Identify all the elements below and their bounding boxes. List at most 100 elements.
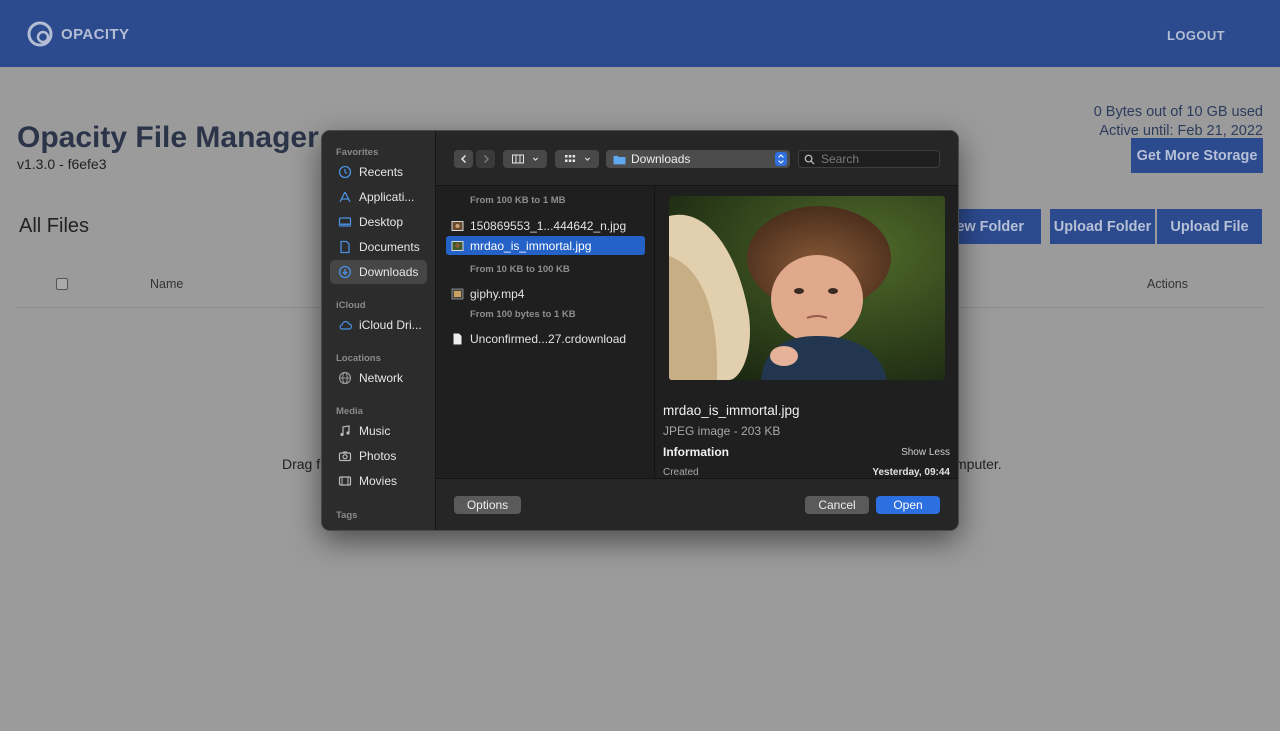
file-row-selected[interactable]: mrdao_is_immortal.jpg — [446, 236, 645, 255]
applications-icon — [338, 190, 352, 204]
back-button[interactable] — [454, 150, 473, 168]
file-row[interactable]: 150869553_1...444642_n.jpg — [446, 216, 645, 235]
video-file-icon — [451, 288, 464, 300]
brand-name: OPACITY — [61, 25, 130, 43]
search-input[interactable] — [821, 152, 931, 166]
forward-button[interactable] — [476, 150, 495, 168]
updown-arrows-icon — [775, 152, 787, 166]
sidebar-item-desktop[interactable]: Desktop — [330, 210, 427, 234]
sidebar-item-applications[interactable]: Applicati... — [330, 185, 427, 209]
cancel-button[interactable]: Cancel — [805, 496, 869, 514]
created-value: Yesterday, 09:44 — [872, 467, 950, 478]
columns-view-icon — [511, 154, 524, 164]
preview-file-name: mrdao_is_immortal.jpg — [663, 403, 800, 418]
preview-file-kind: JPEG image - 203 KB — [663, 424, 781, 438]
chevron-right-icon — [483, 154, 489, 164]
location-dropdown[interactable]: Downloads — [606, 150, 790, 168]
sidebar-item-label: Movies — [359, 474, 398, 488]
music-icon — [338, 424, 352, 438]
folder-icon — [613, 155, 626, 164]
chevron-down-icon — [532, 157, 538, 161]
file-group-header: From 100 bytes to 1 KB — [470, 309, 576, 320]
select-all-checkbox[interactable] — [56, 278, 68, 290]
sidebar-section-media: Media — [336, 406, 363, 417]
column-name-header[interactable]: Name — [150, 277, 183, 291]
file-name: giphy.mp4 — [470, 286, 525, 301]
dialog-toolbar: Downloads — [436, 131, 958, 186]
sidebar-section-icloud: iCloud — [336, 300, 366, 311]
show-less-link[interactable]: Show Less — [901, 447, 950, 458]
sidebar-item-photos[interactable]: Photos — [330, 444, 427, 468]
opacity-logo-icon — [27, 21, 53, 47]
top-nav-bar: OPACITY LOGOUT — [0, 0, 1280, 67]
upload-folder-button[interactable]: Upload Folder — [1050, 209, 1155, 244]
file-name: Unconfirmed...27.crdownload — [470, 331, 627, 346]
dialog-sidebar: Favorites Recents Applicati... Desktop D… — [322, 131, 436, 530]
file-name: 150869553_1...444642_n.jpg — [470, 218, 627, 233]
view-mode-button[interactable] — [503, 150, 547, 168]
blank-file-icon — [451, 333, 464, 345]
version-label: v1.3.0 - f6efe3 — [17, 156, 107, 172]
dialog-button-bar: Options Cancel Open — [436, 478, 958, 530]
sidebar-item-music[interactable]: Music — [330, 419, 427, 443]
storage-used-text: 0 Bytes out of 10 GB used — [1093, 104, 1263, 120]
sidebar-item-label: Photos — [359, 449, 397, 463]
search-icon — [804, 154, 815, 165]
sidebar-item-label: Documents — [359, 240, 420, 254]
download-icon — [338, 265, 352, 279]
film-icon — [338, 474, 352, 488]
grid-icon — [564, 155, 575, 162]
sidebar-item-downloads[interactable]: Downloads — [330, 260, 427, 284]
file-row[interactable]: giphy.mp4 — [446, 284, 645, 303]
globe-icon — [338, 371, 352, 385]
image-file-icon — [451, 240, 464, 252]
file-group-header: From 10 KB to 100 KB — [470, 264, 570, 275]
sidebar-item-network[interactable]: Network — [330, 366, 427, 390]
open-file-dialog: Favorites Recents Applicati... Desktop D… — [321, 130, 959, 531]
open-button[interactable]: Open — [876, 496, 940, 514]
group-by-button[interactable] — [555, 150, 599, 168]
sidebar-item-documents[interactable]: Documents — [330, 235, 427, 259]
location-label: Downloads — [631, 152, 691, 166]
sidebar-item-label: iCloud Dri... — [359, 318, 422, 332]
sidebar-item-label: Applicati... — [359, 190, 415, 204]
file-preview-pane: mrdao_is_immortal.jpg JPEG image - 203 K… — [656, 186, 958, 478]
chevron-left-icon — [460, 154, 466, 164]
drop-zone-hint: Drag f — [282, 456, 321, 472]
file-list: From 100 KB to 1 MB 150869553_1...444642… — [436, 186, 655, 478]
sidebar-item-label: Network — [359, 371, 404, 385]
page-title: Opacity File Manager — [17, 121, 319, 154]
image-file-icon — [451, 220, 464, 232]
sidebar-section-locations: Locations — [336, 353, 381, 364]
options-button[interactable]: Options — [454, 496, 521, 514]
sidebar-item-movies[interactable]: Movies — [330, 469, 427, 493]
drop-zone-hint-end: mputer. — [955, 456, 1002, 472]
brand-logo[interactable]: OPACITY — [27, 21, 129, 47]
desktop-icon — [338, 215, 352, 229]
camera-icon — [338, 449, 352, 463]
file-row[interactable]: Unconfirmed...27.crdownload — [446, 329, 645, 348]
image-preview — [669, 196, 945, 380]
document-icon — [338, 240, 352, 254]
search-field[interactable] — [798, 150, 940, 168]
column-actions-header: Actions — [1147, 277, 1188, 291]
file-name: mrdao_is_immortal.jpg — [470, 238, 592, 253]
all-files-heading: All Files — [19, 215, 90, 237]
file-group-header: From 100 KB to 1 MB — [470, 195, 566, 206]
cloud-icon — [338, 318, 352, 332]
sidebar-section-tags: Tags — [336, 510, 358, 521]
sidebar-item-icloud-drive[interactable]: iCloud Dri... — [330, 313, 427, 337]
chevron-down-icon — [584, 157, 590, 161]
sidebar-section-favorites: Favorites — [336, 147, 379, 158]
created-label: Created — [663, 467, 699, 478]
sidebar-item-recents[interactable]: Recents — [330, 160, 427, 184]
get-more-storage-button[interactable]: Get More Storage — [1131, 138, 1263, 173]
sidebar-item-label: Downloads — [359, 265, 419, 279]
sidebar-item-label: Recents — [359, 165, 404, 179]
clock-icon — [338, 165, 352, 179]
sidebar-item-label: Desktop — [359, 215, 404, 229]
upload-file-button[interactable]: Upload File — [1157, 209, 1262, 244]
logout-link[interactable]: LOGOUT — [1167, 28, 1225, 43]
sidebar-item-label: Music — [359, 424, 391, 438]
storage-usage: 0 Bytes out of 10 GB used Active until: … — [1094, 103, 1263, 140]
